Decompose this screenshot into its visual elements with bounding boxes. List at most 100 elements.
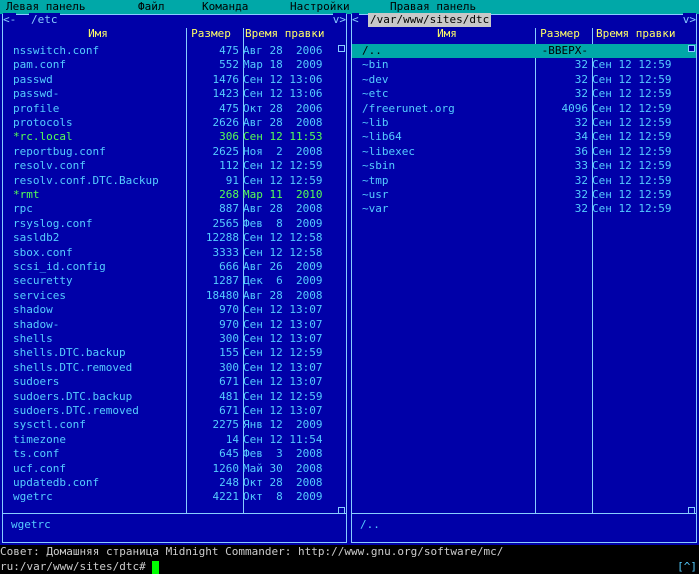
- file-date: Дек 6 2009: [243, 274, 323, 288]
- right-panel[interactable]: < /var/www/sites/dtc v> Имя Размер Время…: [351, 13, 697, 543]
- file-row[interactable]: sudoers.DTC.removed 671 Сен 12 13:07: [3, 404, 346, 418]
- menu-left-panel[interactable]: Левая панель: [6, 0, 85, 14]
- file-row[interactable]: pam.conf 552 Мар 18 2009: [3, 58, 346, 72]
- file-row[interactable]: ~libexec 36 Сен 12 12:59: [352, 145, 696, 159]
- file-size: 12288: [205, 231, 239, 245]
- file-name: ~dev: [362, 72, 389, 86]
- file-row[interactable]: sysctl.conf 2275 Янв 12 2009: [3, 418, 346, 432]
- mini-status-divider: [3, 513, 346, 514]
- scrollbar-top-marker[interactable]: [688, 45, 695, 52]
- file-row[interactable]: *rc.local 306 Сен 12 11:53: [3, 130, 346, 144]
- left-panel-history-arrow[interactable]: <-: [3, 13, 17, 27]
- file-name: ~lib64: [362, 130, 402, 144]
- file-size: 32: [574, 202, 588, 216]
- right-mini-status: /..: [360, 518, 380, 531]
- file-name: protocols: [13, 116, 73, 129]
- file-name: timezone: [13, 432, 66, 446]
- file-row[interactable]: timezone 14 Сен 12 11:54: [3, 433, 346, 447]
- file-row[interactable]: *rmt 268 Мар 11 2010: [3, 188, 346, 202]
- scrollbar-top-marker[interactable]: [338, 45, 345, 52]
- file-size: 970: [219, 317, 239, 331]
- file-row[interactable]: nsswitch.conf 475 Авг 28 2006: [3, 44, 346, 58]
- file-row[interactable]: ~dev 32 Сен 12 12:59: [352, 73, 696, 87]
- file-row[interactable]: ~var 32 Сен 12 12:59: [352, 202, 696, 216]
- file-name: scsi_id.config: [13, 260, 106, 273]
- file-row[interactable]: shells.DTC.backup 155 Сен 12 12:59: [3, 346, 346, 360]
- file-name: ucf.conf: [13, 461, 66, 475]
- file-row[interactable]: sudoers 671 Сен 12 13:07: [3, 375, 346, 389]
- file-size: 91: [225, 173, 239, 187]
- file-row[interactable]: shells 300 Сен 12 13:07: [3, 332, 346, 346]
- file-row[interactable]: ucf.conf 1260 Май 30 2008: [3, 462, 346, 476]
- file-row[interactable]: shadow 970 Сен 12 13:07: [3, 303, 346, 317]
- file-row[interactable]: ~usr 32 Сен 12 12:59: [352, 188, 696, 202]
- command-history-tag[interactable]: [^]: [677, 559, 697, 574]
- column-header-size[interactable]: Размер: [532, 27, 588, 41]
- file-row[interactable]: ~tmp 32 Сен 12 12:59: [352, 174, 696, 188]
- file-name: ~lib: [362, 116, 389, 129]
- file-size: 300: [219, 360, 239, 374]
- right-panel-history-arrow[interactable]: <: [352, 13, 359, 27]
- menu-file[interactable]: Файл: [138, 0, 165, 14]
- file-name: services: [13, 288, 66, 302]
- file-row[interactable]: passwd- 1423 Сен 12 13:06: [3, 87, 346, 101]
- file-date: Сен 12 12:59: [243, 159, 323, 173]
- file-date: Сен 12 12:59: [243, 173, 323, 187]
- file-size: 645: [219, 447, 239, 461]
- file-size: 1476: [212, 72, 240, 86]
- file-row[interactable]: resolv.conf 112 Сен 12 12:59: [3, 159, 346, 173]
- column-header-size[interactable]: Размер: [183, 27, 239, 41]
- file-name: shadow: [13, 303, 53, 317]
- file-row[interactable]: protocols 2626 Авг 28 2008: [3, 116, 346, 130]
- column-header-date[interactable]: Время правки: [596, 27, 696, 41]
- file-row[interactable]: updatedb.conf 248 Окт 28 2008: [3, 476, 346, 490]
- file-row[interactable]: passwd 1476 Сен 12 13:06: [3, 73, 346, 87]
- file-row[interactable]: ~sbin 33 Сен 12 12:59: [352, 159, 696, 173]
- file-row[interactable]: wgetrc 4221 Окт 8 2009: [3, 490, 346, 504]
- file-date: Мар 18 2009: [243, 58, 323, 72]
- right-panel-path[interactable]: /var/www/sites/dtc: [368, 13, 492, 27]
- file-row[interactable]: rsyslog.conf 2565 Фев 8 2009: [3, 217, 346, 231]
- menu-command[interactable]: Команда: [202, 0, 248, 14]
- left-panel-path[interactable]: /etc: [29, 13, 60, 27]
- file-name: ~bin: [362, 58, 389, 72]
- file-size: 1260: [212, 461, 240, 475]
- file-row[interactable]: ts.conf 645 Фев 3 2008: [3, 447, 346, 461]
- file-row[interactable]: /freerunet.org 4096 Сен 12 12:59: [352, 102, 696, 116]
- menu-settings[interactable]: Настройки: [290, 0, 350, 14]
- file-row[interactable]: sudoers.DTC.backup 481 Сен 12 12:59: [3, 390, 346, 404]
- file-row[interactable]: shadow- 970 Сен 12 13:07: [3, 318, 346, 332]
- file-row[interactable]: rpc 887 Авг 28 2008: [3, 202, 346, 216]
- left-panel-menu-arrow[interactable]: v>: [332, 13, 346, 27]
- menu-right-panel[interactable]: Правая панель: [390, 0, 476, 14]
- file-row[interactable]: sasldb2 12288 Сен 12 12:58: [3, 231, 346, 245]
- right-panel-menu-arrow[interactable]: v>: [682, 13, 696, 27]
- file-name: shells.DTC.backup: [13, 346, 126, 360]
- file-row[interactable]: sbox.conf 3333 Сен 12 12:58: [3, 246, 346, 260]
- column-header-name[interactable]: Имя: [13, 27, 183, 41]
- file-name: rpc: [13, 202, 33, 216]
- scrollbar-bottom-marker[interactable]: [688, 507, 695, 514]
- file-date: Фев 3 2008: [243, 447, 323, 461]
- file-name: resolv.conf: [13, 159, 86, 173]
- file-row[interactable]: ~bin 32 Сен 12 12:59: [352, 58, 696, 72]
- file-row[interactable]: /.. -ВВЕРХ-: [352, 44, 696, 58]
- scrollbar-bottom-marker[interactable]: [338, 507, 345, 514]
- file-size: 306: [219, 130, 239, 144]
- command-line[interactable]: ru:/var/www/sites/dtc# [^]: [0, 559, 699, 574]
- file-row[interactable]: profile 475 Окт 28 2006: [3, 102, 346, 116]
- file-row[interactable]: services 18480 Авг 28 2008: [3, 289, 346, 303]
- file-row[interactable]: resolv.conf.DTC.Backup 91 Сен 12 12:59: [3, 174, 346, 188]
- file-name: ~etc: [362, 87, 389, 101]
- file-row[interactable]: scsi_id.config 666 Авг 26 2009: [3, 260, 346, 274]
- left-panel[interactable]: <- /etc v> Имя Размер Время правки nsswi…: [2, 13, 347, 543]
- file-row[interactable]: reportbug.conf 2625 Ноя 2 2008: [3, 145, 346, 159]
- file-row[interactable]: shells.DTC.removed 300 Сен 12 13:07: [3, 361, 346, 375]
- file-row[interactable]: ~etc 32 Сен 12 12:59: [352, 87, 696, 101]
- file-row[interactable]: ~lib 32 Сен 12 12:59: [352, 116, 696, 130]
- column-header-date[interactable]: Время правки: [245, 27, 345, 41]
- file-size: 34: [574, 130, 588, 144]
- file-row[interactable]: securetty 1287 Дек 6 2009: [3, 274, 346, 288]
- file-row[interactable]: ~lib64 34 Сен 12 12:59: [352, 130, 696, 144]
- column-header-name[interactable]: Имя: [362, 27, 532, 41]
